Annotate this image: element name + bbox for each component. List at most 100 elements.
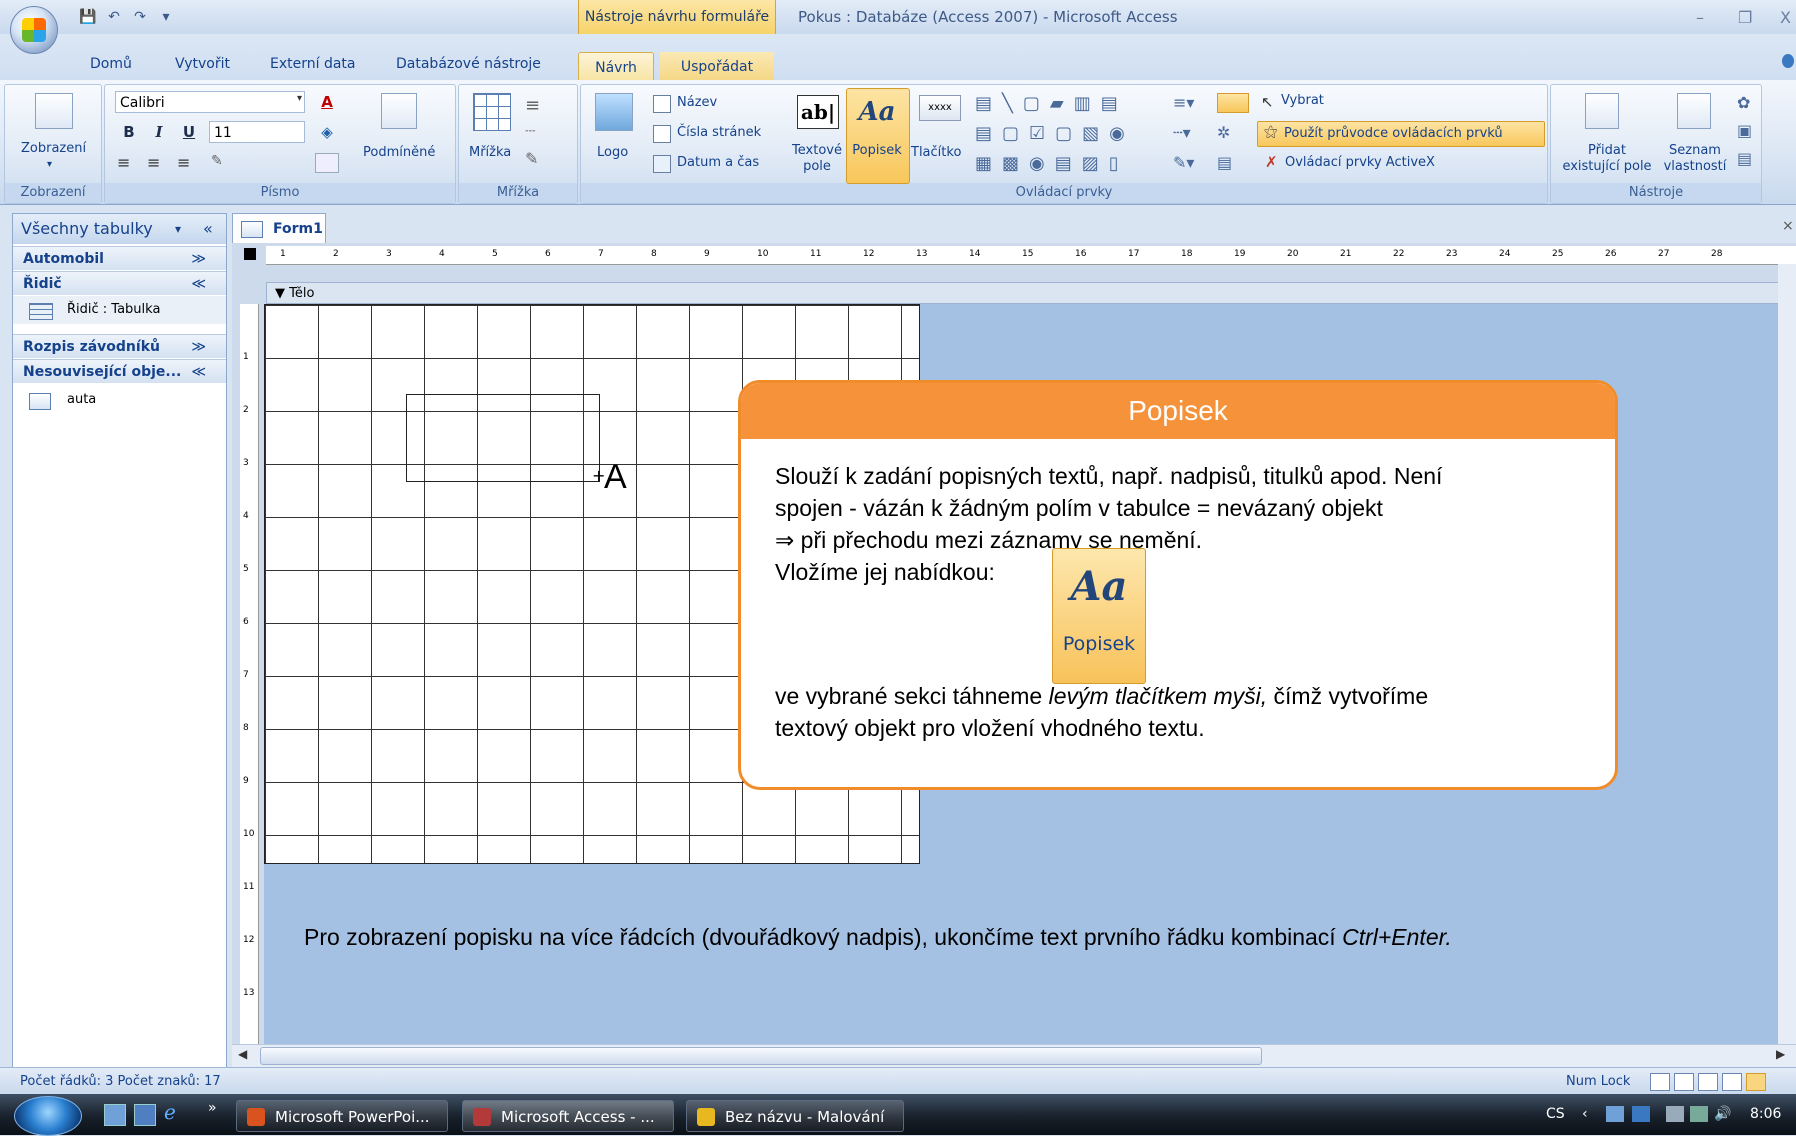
tab-navrh[interactable]: Návrh xyxy=(578,52,654,83)
underline-button[interactable]: U xyxy=(177,121,201,143)
control-gallery-row-2[interactable]: ▤▢☑▢▧◉ xyxy=(975,123,1135,144)
scroll-right-icon[interactable]: ▶ xyxy=(1776,1047,1785,1061)
date-time-button-label[interactable]: Datum a čas xyxy=(677,155,759,170)
date-time-icon[interactable] xyxy=(653,155,671,173)
line-color-icon[interactable]: ✎ xyxy=(525,149,538,168)
tab-order-icon[interactable]: ▤ xyxy=(1737,149,1752,168)
line-thickness-icon[interactable]: ≡▾ xyxy=(1173,93,1194,112)
battery-icon[interactable] xyxy=(1666,1106,1684,1122)
textbox-icon[interactable]: ab| xyxy=(797,95,839,129)
nav-group-nesouvisejici[interactable]: Nesouvisející obje... ≪ xyxy=(13,359,226,383)
tray-expand-icon[interactable]: ‹ xyxy=(1582,1094,1588,1135)
horizontal-ruler[interactable]: 1 2 3 4 5 6 7 8 9 10 11 12 13 14 15 16 17 18 19 20 21 22 23 24 2… xyxy=(266,246,1796,265)
chevron-down-icon[interactable]: ▾ xyxy=(47,159,52,170)
network-icon[interactable] xyxy=(1606,1106,1624,1122)
section-bar-telo[interactable]: ▼ Tělo xyxy=(266,282,1796,304)
property-sheet-icon[interactable] xyxy=(1677,93,1711,129)
control-gallery-row-1[interactable]: ▤╲▢▰▥▤ xyxy=(975,93,1128,114)
document-tab-form1[interactable]: Form1 xyxy=(232,213,326,243)
line-type-icon[interactable]: ┄▾ xyxy=(1173,123,1191,142)
use-wizards-button[interactable]: ⚝ Použít průvodce ovládacích prvků xyxy=(1257,121,1545,147)
add-existing-fields-button[interactable]: Přidat existující pole xyxy=(1559,143,1655,175)
restore-button[interactable]: ❐ xyxy=(1738,8,1752,27)
bold-button[interactable]: B xyxy=(117,121,141,143)
taskbar-item-powerpoint[interactable]: Microsoft PowerPoi... xyxy=(236,1100,448,1132)
form-view-icon[interactable] xyxy=(1650,1073,1670,1091)
volume-icon[interactable]: 🔊 xyxy=(1714,1094,1731,1135)
nav-group-ridic[interactable]: Řidič ≪ xyxy=(13,271,226,295)
chevron-down-icon[interactable]: ▾ xyxy=(175,214,181,244)
collapse-pane-icon[interactable]: « xyxy=(203,214,213,244)
close-document-icon[interactable]: × xyxy=(1782,218,1794,234)
control-gallery-row-3[interactable]: ▦▩◉▤▨▯ xyxy=(975,153,1129,174)
grid-icon[interactable] xyxy=(473,93,511,131)
nav-item-auta[interactable]: auta xyxy=(13,386,226,414)
textbox-button-label[interactable]: Textové pole xyxy=(789,143,845,175)
quick-launch-more-icon[interactable]: » xyxy=(208,1100,217,1116)
pivot-table-view-icon[interactable] xyxy=(1698,1073,1718,1091)
nav-item-ridic-tabulka[interactable]: Řidič : Tabulka xyxy=(13,296,226,324)
form-selector[interactable] xyxy=(244,248,256,260)
tab-domu[interactable]: Domů xyxy=(90,56,132,72)
select-button-label[interactable]: Vybrat xyxy=(1281,93,1324,108)
office-button[interactable] xyxy=(10,6,58,54)
view-shortcuts[interactable] xyxy=(1650,1073,1780,1091)
font-name-combo[interactable]: Calibri xyxy=(115,91,305,113)
conditional-format-label[interactable]: Podmíněné xyxy=(363,145,435,160)
popisek-button[interactable]: Aa Popisek xyxy=(846,88,910,184)
internet-explorer-icon[interactable]: ℯ xyxy=(164,1100,176,1124)
help-icon[interactable] xyxy=(1782,54,1794,68)
code-icon[interactable]: ✿ xyxy=(1737,93,1750,112)
select-arrow-icon[interactable]: ↖ xyxy=(1261,93,1274,111)
align-left-icon[interactable]: ≡ xyxy=(117,153,130,172)
view-icon[interactable] xyxy=(35,93,73,129)
activex-button-label[interactable]: Ovládací prvky ActiveX xyxy=(1285,155,1435,170)
title-icon[interactable] xyxy=(653,95,671,113)
pivot-chart-view-icon[interactable] xyxy=(1722,1073,1742,1091)
attachment-icon[interactable]: ▤ xyxy=(1217,153,1232,172)
taskbar-item-access[interactable]: Microsoft Access - ... xyxy=(462,1100,674,1132)
scroll-left-icon[interactable]: ◀ xyxy=(238,1047,247,1061)
clock[interactable]: 8:06 xyxy=(1750,1094,1781,1135)
page-numbers-icon[interactable] xyxy=(653,125,671,143)
grid-button-label[interactable]: Mřížka xyxy=(469,145,511,160)
customize-qat-icon[interactable]: ▾ xyxy=(156,8,176,26)
nav-group-automobil[interactable]: Automobil ≫ xyxy=(13,246,226,270)
conditional-format-icon[interactable] xyxy=(381,93,417,129)
page-numbers-button-label[interactable]: Čísla stránek xyxy=(677,125,761,140)
nav-pane-header[interactable]: Všechny tabulky ▾ « xyxy=(13,214,226,244)
view-button-label[interactable]: Zobrazení xyxy=(21,141,86,156)
design-view-icon[interactable] xyxy=(1746,1073,1766,1091)
tab-databazove-nastroje[interactable]: Databázové nástroje xyxy=(396,56,541,72)
line-style-icon[interactable] xyxy=(315,153,339,173)
align-center-icon[interactable]: ≡ xyxy=(147,153,160,172)
add-existing-fields-icon[interactable] xyxy=(1585,93,1619,129)
logo-icon[interactable] xyxy=(595,93,633,131)
button-control-icon[interactable]: xxxx xyxy=(919,95,961,121)
property-sheet-button[interactable]: Seznam vlastností xyxy=(1655,143,1735,175)
minimize-button[interactable]: – xyxy=(1696,8,1704,27)
show-desktop-icon[interactable] xyxy=(104,1104,126,1126)
properties-wand-icon[interactable]: ✲ xyxy=(1217,123,1230,142)
align-right-icon[interactable]: ≡ xyxy=(177,153,190,172)
vertical-scrollbar[interactable] xyxy=(1778,264,1796,1044)
font-color-icon[interactable]: A xyxy=(315,91,339,113)
button-control-label[interactable]: Tlačítko xyxy=(911,145,961,160)
title-button-label[interactable]: Název xyxy=(677,95,717,110)
chevron-down-icon[interactable]: ▾ xyxy=(297,93,302,104)
save-icon[interactable]: 💾 xyxy=(78,8,98,26)
line-width-icon[interactable]: ≡ xyxy=(525,95,540,116)
redo-icon[interactable]: ↷ xyxy=(130,8,150,26)
update-icon[interactable] xyxy=(1632,1106,1650,1122)
connection-icon[interactable] xyxy=(1690,1106,1708,1122)
switch-windows-icon[interactable] xyxy=(134,1104,156,1126)
font-size-combo[interactable]: 11 xyxy=(209,121,305,143)
undo-icon[interactable]: ↶ xyxy=(104,8,124,26)
datasheet-view-icon[interactable] xyxy=(1674,1073,1694,1091)
line-type-icon[interactable]: ┄ xyxy=(525,121,536,142)
horizontal-scroll-thumb[interactable] xyxy=(260,1047,1262,1065)
horizontal-scrollbar[interactable]: ◀ ▶ xyxy=(232,1044,1796,1067)
tab-usporadat[interactable]: Uspořádat xyxy=(660,52,774,82)
format-painter-icon[interactable]: ✎ xyxy=(211,153,223,169)
close-button[interactable]: X xyxy=(1780,8,1791,27)
